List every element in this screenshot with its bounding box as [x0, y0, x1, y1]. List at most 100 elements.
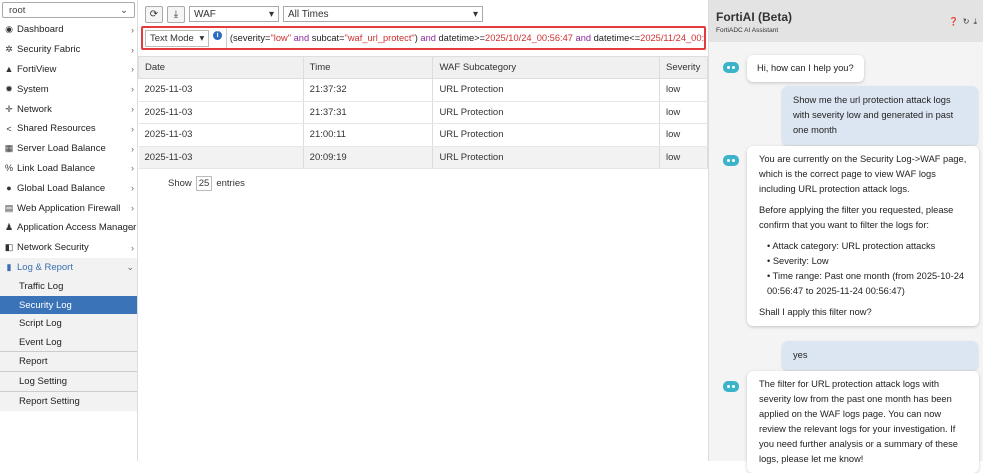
column-header[interactable]: Time	[302, 56, 434, 79]
log-type-select[interactable]: WAF ▾	[189, 6, 279, 22]
sidebar-item-label: Global Load Balance	[17, 182, 106, 194]
sidebar-item-label: Security Fabric	[17, 44, 81, 56]
filter-query-input[interactable]: (severity= "low" and subcat= "waf_url_prot…	[225, 28, 704, 48]
table-cell: 20:09:19	[303, 146, 434, 169]
table-cell: low	[659, 146, 708, 169]
help-icon[interactable]: ❓	[949, 17, 959, 27]
ai-assistant-panel: FortiAI (Beta) FortiADC AI Assistant ❓ ↻ ⤓…	[708, 0, 983, 473]
table-row[interactable]: 2025-11-03 21:37:31 URL Protection low	[138, 101, 708, 124]
table-row[interactable]: 2025-11-03 21:37:32 URL Protection low	[138, 78, 708, 102]
table-cell: low	[659, 78, 708, 102]
sidebar-subitem[interactable]: Log Setting	[0, 371, 137, 392]
download-button[interactable]: ⤓	[167, 6, 185, 23]
reset-icon[interactable]: ↻	[963, 17, 970, 27]
user-icon: ♟	[4, 222, 14, 233]
vdom-select[interactable]: root ⌄	[2, 2, 135, 18]
chevron-right-icon: ›	[131, 84, 134, 95]
sidebar-item[interactable]: ◉ Dashboard ›	[0, 20, 137, 40]
sidebar-item-label: Shared Resources	[17, 123, 96, 135]
table-row[interactable]: 2025-11-03 21:00:11 URL Protection low	[138, 123, 708, 147]
user-message: Show me the url protection attack logs w…	[782, 86, 978, 145]
query-token: subcat=	[311, 33, 345, 43]
sidebar-item[interactable]: < Shared Resources ›	[0, 119, 137, 139]
chevron-right-icon: ›	[131, 64, 134, 75]
download-icon[interactable]: ⤓	[973, 17, 977, 27]
column-header[interactable]: WAF Subcategory	[432, 56, 660, 79]
table-cell: URL Protection	[432, 101, 660, 124]
sidebar-item-label: Web Application Firewall	[17, 202, 121, 214]
query-token: "low"	[270, 33, 292, 43]
table-cell: URL Protection	[432, 146, 660, 169]
chevron-down-icon: ⌄	[126, 261, 134, 272]
time-range-select[interactable]: All Times ▾	[283, 6, 483, 22]
caret-down-icon: ▾	[268, 8, 274, 20]
message-bullet: Attack category: URL protection attacks	[767, 239, 967, 254]
filter-mode-select[interactable]: Text Mode ▾	[145, 29, 210, 47]
chevron-right-icon: ›	[131, 242, 134, 253]
sidebar-item-label: Application Access Manager	[17, 222, 137, 234]
log-table: Date Time WAF Subcategory Severity 2025-11-…	[138, 56, 708, 169]
vdom-value: root	[9, 4, 26, 16]
download-icon: ⤓	[173, 9, 179, 20]
sidebar-item[interactable]: ▦ Server Load Balance ›	[0, 139, 137, 159]
bot-message: The filter for URL protection attack log…	[747, 371, 979, 473]
query-token: datetime<=	[593, 33, 641, 43]
sidebar-subitem[interactable]: Traffic Log	[0, 277, 137, 296]
chevron-right-icon: ›	[131, 104, 134, 115]
security-fabric-icon: ✲	[5, 44, 13, 55]
sidebar-item-label: FortiView	[17, 63, 57, 75]
column-header[interactable]: Severity	[659, 56, 708, 79]
sidebar-item[interactable]: ♟ Application Access Manager ›	[0, 218, 137, 238]
bot-avatar-icon	[723, 62, 739, 73]
query-token: 2025/10/24_00:56:47	[485, 33, 573, 43]
sidebar-item[interactable]: ● Global Load Balance ›	[0, 178, 137, 198]
chevron-down-icon: ⌄	[120, 4, 128, 16]
table-cell: URL Protection	[432, 123, 660, 147]
globe-icon: ●	[6, 183, 12, 194]
refresh-button[interactable]: ⟳	[145, 6, 163, 23]
link-icon: %	[4, 163, 13, 174]
table-cell: 2025-11-03	[138, 78, 304, 102]
chevron-right-icon: ›	[131, 183, 134, 194]
sidebar-subitem[interactable]: Script Log	[0, 314, 137, 333]
dashboard-icon: ◉	[5, 24, 13, 35]
query-token: 2025/11/24_00:56:47	[640, 33, 704, 43]
filter-mode-value: Text Mode	[150, 32, 194, 44]
sidebar-item-label: Network	[17, 103, 52, 115]
message-bullet: Time range: Past one month (from 2025-10…	[767, 269, 967, 299]
sidebar-subitem-label: Report	[19, 356, 48, 368]
sidebar-item[interactable]: ◧ Network Security ›	[0, 238, 137, 258]
info-icon[interactable]: i	[213, 30, 222, 40]
sidebar-item[interactable]: ✛ Network ›	[0, 99, 137, 119]
page-size-input[interactable]: 25	[195, 176, 213, 191]
sidebar-item-log-report[interactable]: ▮ Log & Report ⌄	[0, 257, 137, 278]
sidebar-subitem[interactable]: Report Setting	[0, 391, 137, 412]
sidebar-subitem[interactable]: Event Log	[0, 332, 137, 352]
shield-icon: ◧	[4, 242, 14, 253]
chart-icon: ▮	[6, 261, 12, 272]
sidebar-subitem-label: Report Setting	[19, 396, 80, 408]
sidebar-subitem-label: Script Log	[19, 318, 62, 330]
sidebar-item[interactable]: % Link Load Balance ›	[0, 159, 137, 179]
sidebar-subitem[interactable]: Security Log	[0, 295, 137, 315]
refresh-icon: ⟳	[149, 9, 159, 20]
sidebar-subitem[interactable]: Report	[0, 351, 137, 372]
chevron-right-icon: ›	[131, 222, 134, 233]
caret-down-icon: ▾	[199, 32, 205, 44]
sidebar-item[interactable]: ▲ FortiView ›	[0, 60, 137, 80]
sidebar-subitem-label: Traffic Log	[19, 281, 64, 293]
query-token: "waf_url_protect"	[344, 33, 415, 43]
entries-label: entries	[216, 178, 245, 189]
bot-avatar-icon	[723, 155, 739, 166]
query-token: and	[572, 33, 594, 43]
sidebar-item[interactable]: ✲ Security Fabric ›	[0, 40, 137, 60]
table-cell: low	[659, 123, 708, 147]
waf-icon: ▤	[4, 202, 14, 213]
table-cell: 21:37:31	[303, 101, 434, 124]
table-row[interactable]: 2025-11-03 20:09:19 URL Protection low	[138, 146, 708, 169]
column-header[interactable]: Date	[138, 56, 304, 79]
chevron-right-icon: ›	[131, 143, 134, 154]
sidebar-item[interactable]: ✹ System ›	[0, 79, 137, 99]
sidebar-subitem-label: Event Log	[19, 336, 62, 348]
sidebar-item[interactable]: ▤ Web Application Firewall ›	[0, 198, 137, 218]
